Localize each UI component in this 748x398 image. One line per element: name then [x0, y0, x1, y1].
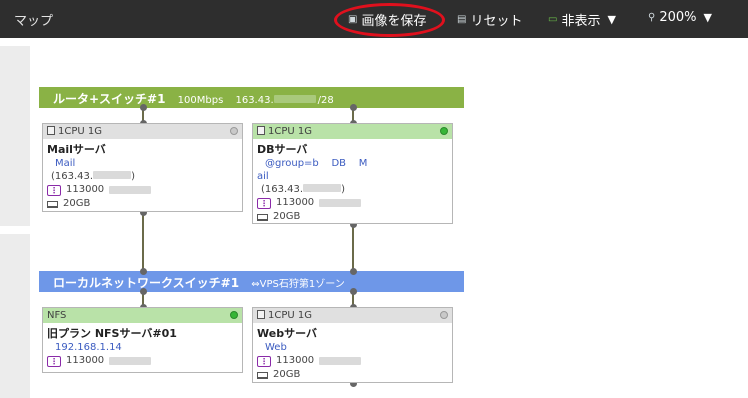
server-header: 1CPU 1G: [43, 124, 242, 139]
local-switch-bar[interactable]: ローカルネットワークスイッチ#1 ⇔VPS石狩第1ゾーン: [39, 271, 464, 292]
reset-icon: ▤: [457, 14, 467, 25]
server-tag[interactable]: Mail: [47, 157, 242, 170]
server-name: DBサーバ: [257, 143, 308, 156]
server-header: 1CPU 1G: [253, 124, 452, 139]
port-dot[interactable]: [350, 104, 357, 111]
zoom-label: 200%: [659, 10, 697, 25]
router-ip-prefix: 163.43.: [235, 95, 274, 106]
server-ip: (163.43.): [261, 184, 345, 195]
nic-icon: ⋮: [257, 355, 271, 367]
server-ip: 192.168.1.14: [55, 342, 122, 353]
disk-icon: [257, 213, 268, 221]
server-card-db[interactable]: 1CPU 1G DBサーバ @group=b DB M ail (163.43.…: [252, 123, 453, 224]
port-dot[interactable]: [140, 104, 147, 111]
port-dot[interactable]: [140, 268, 147, 275]
disk-row: 20GB: [257, 210, 452, 224]
left-gutter: [0, 46, 30, 398]
disk-row: 20GB: [257, 368, 452, 382]
disk-icon: [257, 371, 268, 379]
port-dot[interactable]: [350, 288, 357, 295]
local-switch-zone: ⇔VPS石狩第1ゾーン: [251, 279, 345, 290]
nic-row: ⋮ 113000: [47, 183, 242, 197]
port-dot[interactable]: [350, 268, 357, 275]
top-toolbar: マップ ▣ 画像を保存 ▤ リセット ▭ 非表示 ▼ ⚲ 200% ▼: [0, 0, 748, 38]
router-bandwidth: 100Mbps: [177, 95, 224, 106]
page-title: マップ: [14, 14, 54, 29]
visibility-icon: ▭: [548, 14, 558, 25]
highlight-circle: [334, 3, 445, 37]
nic-row: ⋮ 113000: [47, 354, 242, 368]
zoom-dropdown[interactable]: ⚲ 200% ▼: [648, 10, 712, 25]
nic-icon: ⋮: [47, 355, 61, 367]
server-name: Webサーバ: [257, 327, 317, 340]
server-tags[interactable]: @group=b DB M: [257, 157, 452, 170]
router-switch-bar[interactable]: ルータ+スイッチ#1 100Mbps 163.43. /28: [39, 87, 464, 108]
nic-row: ⋮ 113000: [257, 196, 452, 210]
reset-button[interactable]: ▤ リセット: [457, 10, 522, 29]
server-icon: [257, 310, 265, 319]
nic-icon: ⋮: [47, 184, 61, 196]
disk-row: 20GB: [47, 197, 242, 211]
server-icon: [257, 126, 265, 135]
server-card-web[interactable]: 1CPU 1G Webサーバ Web ⋮ 113000 20GB: [252, 307, 453, 383]
router-switch-name: ルータ+スイッチ#1: [53, 92, 166, 106]
server-card-mail[interactable]: 1CPU 1G Mailサーバ Mail (163.43.) ⋮ 113000 2…: [42, 123, 243, 212]
hide-dropdown[interactable]: ▭ 非表示 ▼: [548, 10, 616, 29]
router-ip-suffix: /28: [317, 95, 334, 106]
server-plan: NFS: [47, 310, 67, 321]
hide-label: 非表示: [561, 14, 601, 29]
server-plan: 1CPU 1G: [268, 310, 312, 321]
server-plan: 1CPU 1G: [58, 126, 102, 137]
disk-icon: [47, 200, 58, 208]
chevron-down-icon: ▼: [607, 13, 616, 26]
status-on-icon: [230, 311, 238, 319]
chevron-down-icon: ▼: [703, 11, 712, 24]
server-plan: 1CPU 1G: [268, 126, 312, 137]
server-ip: (163.43.): [51, 171, 135, 182]
connection-line: [352, 224, 354, 272]
server-header: NFS: [43, 308, 242, 323]
server-tag[interactable]: Web: [257, 341, 452, 354]
server-icon: [47, 126, 55, 135]
status-off-icon: [440, 311, 448, 319]
server-tags-wrap[interactable]: ail: [257, 170, 452, 183]
connection-line: [142, 212, 144, 272]
server-header: 1CPU 1G: [253, 308, 452, 323]
status-on-icon: [440, 127, 448, 135]
status-off-icon: [230, 127, 238, 135]
zoom-icon: ⚲: [648, 12, 656, 23]
nic-row: ⋮ 113000: [257, 354, 452, 368]
nic-icon: ⋮: [257, 197, 271, 209]
redacted-ip: [273, 95, 316, 103]
port-dot[interactable]: [140, 288, 147, 295]
server-name: 旧プラン NFSサーバ#01: [47, 327, 177, 340]
reset-label: リセット: [470, 14, 523, 29]
local-switch-name: ローカルネットワークスイッチ#1: [53, 276, 240, 290]
server-card-nfs[interactable]: NFS 旧プラン NFSサーバ#01 192.168.1.14 ⋮ 113000: [42, 307, 243, 373]
server-name: Mailサーバ: [47, 143, 106, 156]
